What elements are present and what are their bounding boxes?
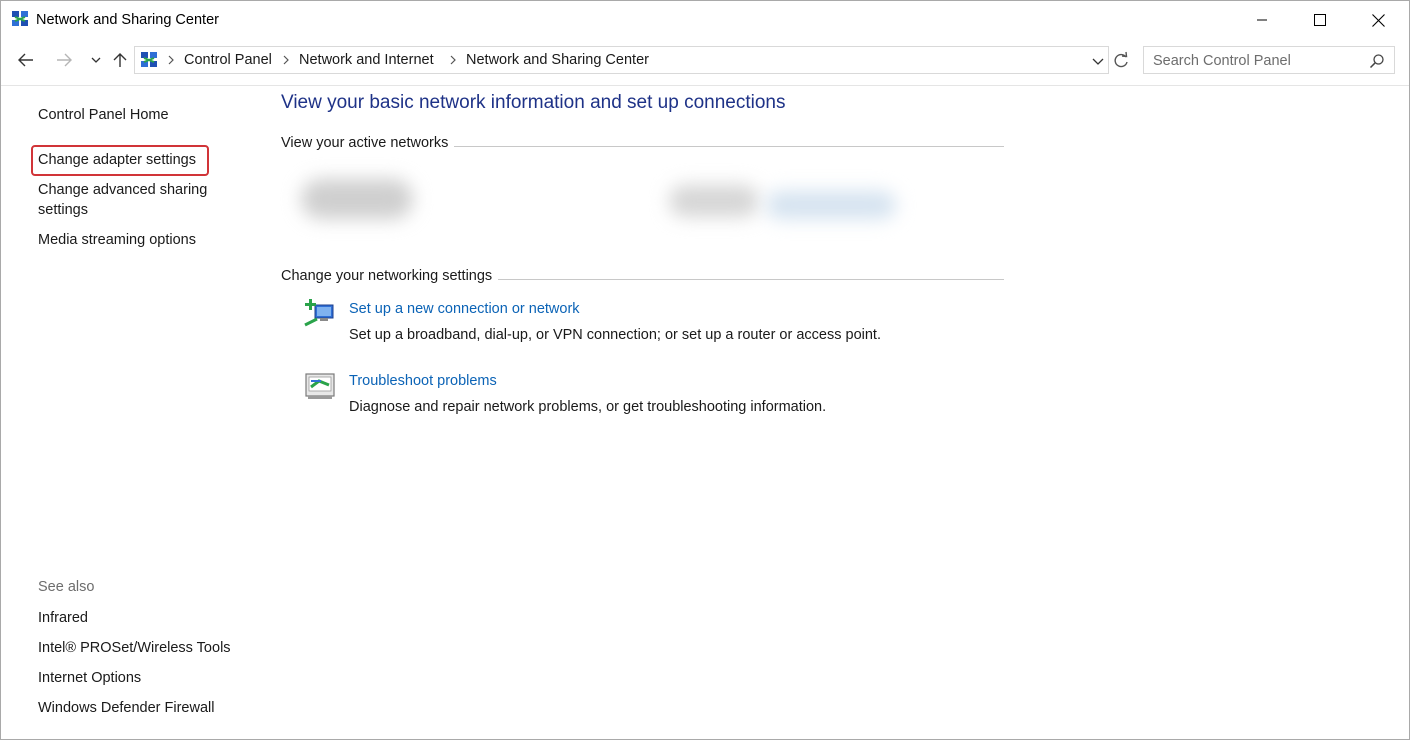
control-panel-home-link[interactable]: Control Panel Home [38, 105, 169, 125]
address-bar[interactable]: Control Panel Network and Internet Netwo… [134, 46, 1109, 74]
setup-new-connection-link[interactable]: Set up a new connection or network [349, 301, 580, 317]
breadcrumb-separator-icon[interactable] [281, 53, 291, 67]
navigation-bar: Control Panel Network and Internet Netwo… [1, 41, 1409, 79]
close-button[interactable] [1349, 1, 1407, 39]
forward-button[interactable] [53, 49, 75, 71]
window-title: Network and Sharing Center [36, 12, 219, 28]
arrow-left-icon [18, 53, 33, 67]
refresh-icon[interactable] [1111, 51, 1131, 71]
breadcrumb-control-panel[interactable]: Control Panel [184, 52, 272, 68]
maximize-icon [1314, 14, 1326, 26]
active-networks-title: View your active networks [281, 135, 455, 151]
troubleshoot-problems-link[interactable]: Troubleshoot problems [349, 373, 497, 389]
network-sharing-center-window: Network and Sharing Center Control Panel… [0, 0, 1410, 740]
redacted-access-type [669, 185, 759, 217]
arrow-up-icon [113, 53, 127, 67]
new-connection-icon[interactable] [303, 297, 337, 329]
search-input[interactable]: Search Control Panel [1153, 53, 1291, 69]
control-panel-icon [141, 52, 157, 67]
header-divider [1, 85, 1409, 86]
title-bar: Network and Sharing Center [1, 1, 1409, 39]
change-advanced-sharing-link[interactable]: Change advanced sharing [38, 180, 207, 200]
breadcrumb-separator-icon[interactable] [448, 53, 458, 67]
close-icon [1371, 13, 1385, 27]
minimize-icon [1257, 19, 1267, 21]
windows-defender-firewall-link[interactable]: Windows Defender Firewall [38, 698, 214, 718]
recent-locations-button[interactable] [85, 49, 107, 71]
breadcrumb-separator-icon[interactable] [166, 53, 176, 67]
intel-proset-link[interactable]: Intel® PROSet/Wireless Tools [38, 638, 231, 658]
up-button[interactable] [109, 49, 131, 71]
change-adapter-settings-link[interactable]: Change adapter settings [38, 150, 196, 170]
troubleshoot-problems-description: Diagnose and repair network problems, or… [349, 399, 827, 415]
setup-new-connection-description: Set up a broadband, dial-up, or VPN conn… [349, 327, 881, 343]
search-box[interactable]: Search Control Panel [1143, 46, 1395, 74]
breadcrumb-network-internet[interactable]: Network and Internet [299, 52, 434, 68]
networking-settings-title: Change your networking settings [281, 268, 499, 284]
address-dropdown-icon[interactable] [1090, 53, 1106, 69]
change-advanced-sharing-link-line2[interactable]: settings [38, 200, 88, 220]
breadcrumb-network-sharing-center[interactable]: Network and Sharing Center [466, 52, 649, 68]
see-also-label: See also [38, 579, 95, 595]
media-streaming-options-link[interactable]: Media streaming options [38, 230, 196, 250]
minimize-button[interactable] [1233, 1, 1291, 39]
arrow-right-icon [57, 53, 72, 67]
page-title: View your basic network information and … [281, 92, 786, 113]
maximize-button[interactable] [1291, 1, 1349, 39]
chevron-down-icon [91, 57, 101, 63]
redacted-connection-link [766, 191, 896, 219]
redacted-network-name [301, 179, 413, 219]
internet-options-link[interactable]: Internet Options [38, 668, 141, 688]
network-center-app-icon [12, 11, 28, 26]
back-button[interactable] [15, 49, 37, 71]
infrared-link[interactable]: Infrared [38, 608, 88, 628]
search-icon[interactable] [1369, 53, 1385, 69]
troubleshoot-icon[interactable] [303, 370, 337, 402]
